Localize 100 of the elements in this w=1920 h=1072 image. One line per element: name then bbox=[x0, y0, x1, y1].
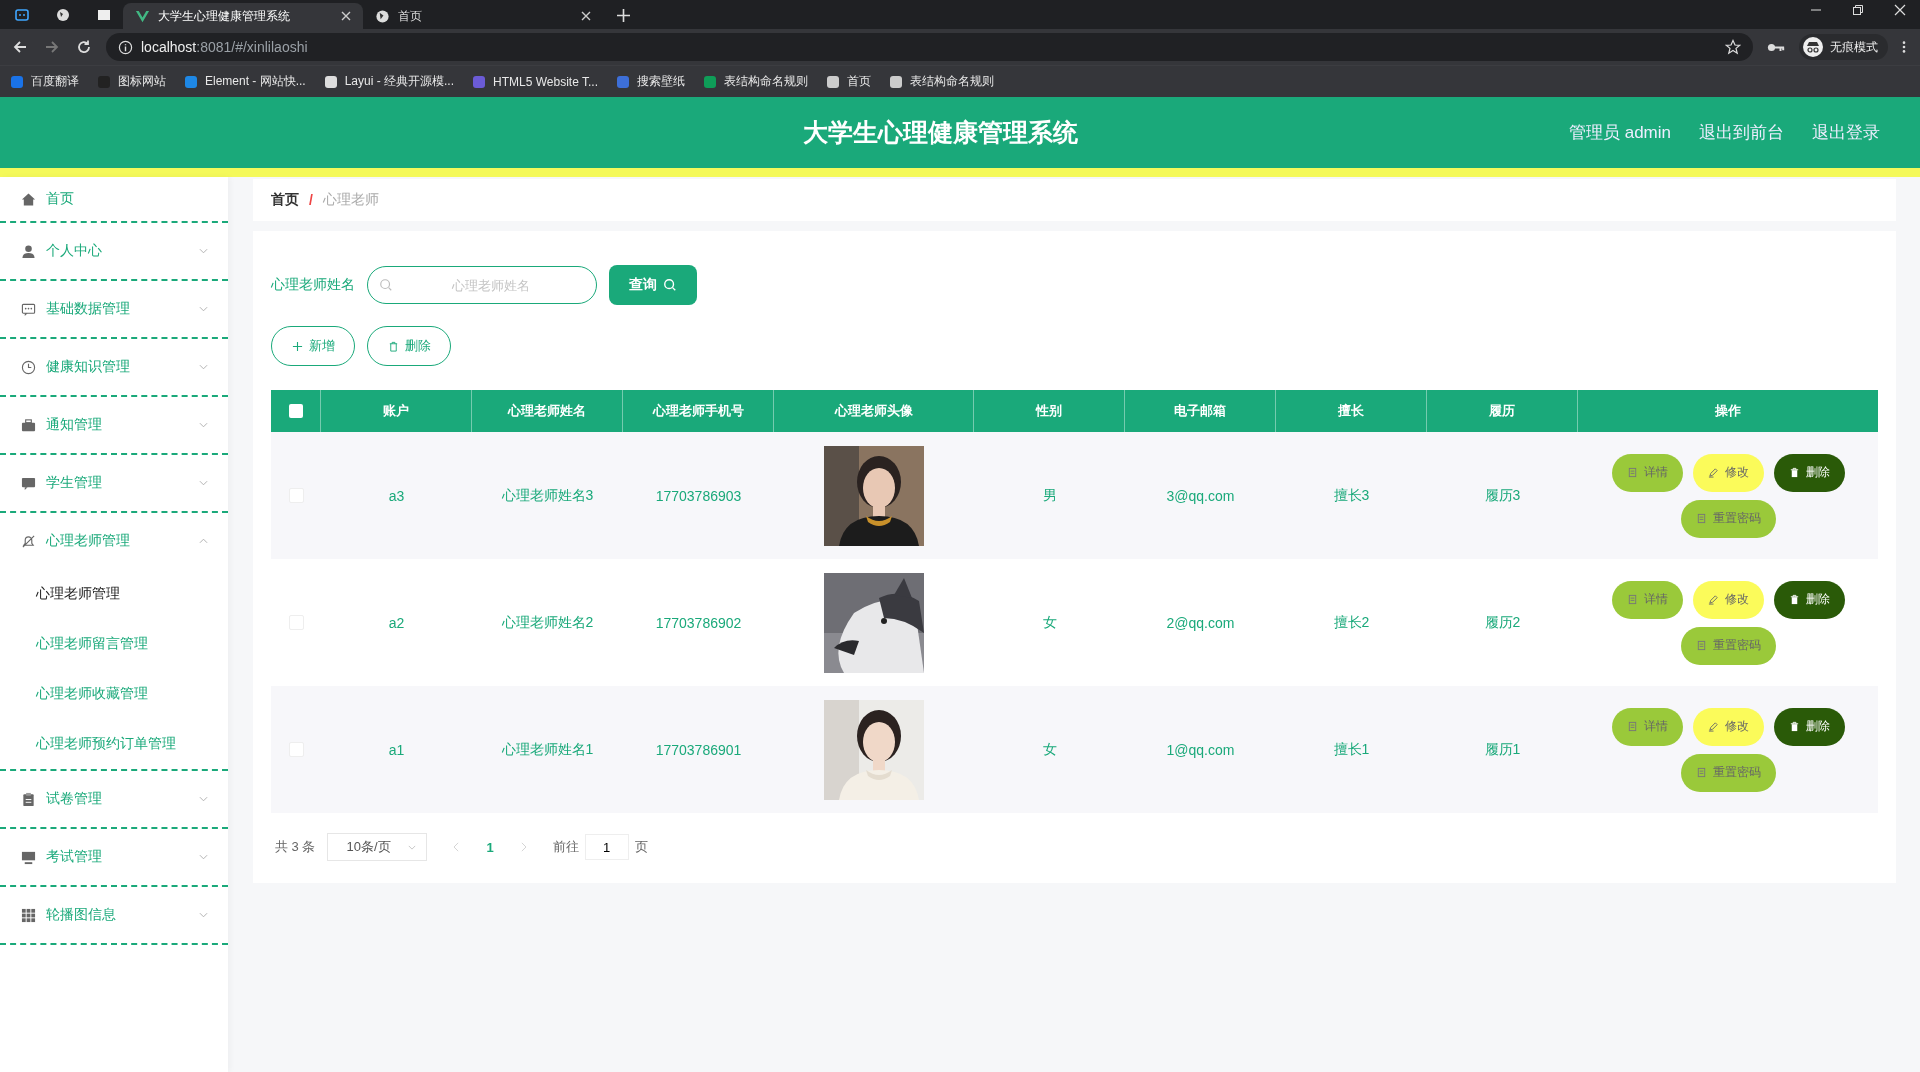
sidebar-item[interactable]: 个人中心 bbox=[0, 223, 228, 279]
bookmark-icon bbox=[97, 74, 111, 89]
reset-password-button[interactable]: 重置密码 bbox=[1680, 753, 1776, 792]
table-cell: 3@qq.com bbox=[1166, 487, 1235, 504]
bookmark-icon bbox=[889, 74, 903, 89]
sidebar-item[interactable]: 通知管理 bbox=[0, 397, 228, 453]
forward-icon[interactable] bbox=[44, 39, 60, 55]
detail-button[interactable]: 详情 bbox=[1611, 580, 1683, 619]
bookmark[interactable]: 百度翻译 bbox=[10, 73, 79, 90]
sidebar-item[interactable]: 轮播图信息 bbox=[0, 887, 228, 943]
back-icon[interactable] bbox=[12, 39, 28, 55]
submenu-item[interactable]: 心理老师留言管理 bbox=[0, 619, 228, 669]
reset-password-button[interactable]: 重置密码 bbox=[1680, 499, 1776, 538]
incognito-button[interactable]: 无痕模式 bbox=[1799, 34, 1888, 60]
delete-button[interactable]: 删除 bbox=[1773, 453, 1845, 492]
table-cell: 17703786902 bbox=[655, 614, 742, 631]
bookmark-icon bbox=[184, 74, 198, 89]
sidebar-item[interactable]: 心理老师管理 bbox=[0, 513, 228, 569]
trash-icon bbox=[1788, 594, 1800, 605]
header-link[interactable]: 退出登录 bbox=[1812, 121, 1880, 144]
restore-icon[interactable] bbox=[1852, 3, 1864, 16]
sidebar-item[interactable]: 健康知识管理 bbox=[0, 339, 228, 395]
sidebar-item[interactable]: 基础数据管理 bbox=[0, 281, 228, 337]
menu-item-icon bbox=[21, 533, 36, 549]
sidebar-item[interactable]: 试卷管理 bbox=[0, 771, 228, 827]
pencil-icon bbox=[1707, 721, 1719, 732]
menu-item-icon bbox=[21, 243, 36, 259]
table-cell: 心理老师姓名3 bbox=[501, 486, 594, 505]
bookmark-icon bbox=[472, 74, 487, 89]
page-number[interactable]: 1 bbox=[486, 839, 494, 855]
address-field[interactable]: localhost:8081/#/xinlilaoshi bbox=[106, 33, 1753, 61]
delete-button[interactable]: 删除 bbox=[1773, 707, 1845, 746]
bookmark[interactable]: Element - 网站快... bbox=[184, 73, 306, 90]
detail-button[interactable]: 详情 bbox=[1611, 453, 1683, 492]
bookmark[interactable]: 搜索壁纸 bbox=[616, 73, 685, 90]
sidebar-item[interactable]: 首页 bbox=[0, 177, 228, 221]
reset-password-button[interactable]: 重置密码 bbox=[1680, 626, 1776, 665]
table-cell: 心理老师姓名2 bbox=[501, 613, 594, 632]
table-cell: 履历3 bbox=[1484, 486, 1521, 505]
search-button[interactable]: 查询 bbox=[609, 265, 697, 305]
header-link[interactable]: 退出到前台 bbox=[1699, 121, 1784, 144]
table-cell: a3 bbox=[388, 487, 405, 504]
bookmark[interactable]: 表结构命名规则 bbox=[703, 73, 808, 90]
table-cell: 17703786901 bbox=[655, 741, 742, 758]
table-cell: a1 bbox=[388, 741, 405, 758]
breadcrumb-item[interactable]: 首页 bbox=[271, 191, 299, 209]
key-icon[interactable] bbox=[1767, 41, 1785, 53]
browser-tab[interactable]: 大学生心理健康管理系统 bbox=[123, 3, 363, 29]
search-label: 心理老师姓名 bbox=[271, 276, 355, 294]
menu-item-icon bbox=[21, 301, 36, 317]
page-unit: 页 bbox=[634, 838, 648, 856]
reload-icon[interactable] bbox=[76, 39, 92, 55]
bookmark-icon bbox=[616, 74, 630, 89]
add-button[interactable]: 新增 bbox=[271, 326, 355, 366]
close-icon[interactable] bbox=[341, 11, 351, 21]
app-icon[interactable] bbox=[14, 7, 30, 23]
edit-button[interactable]: 修改 bbox=[1692, 580, 1764, 619]
edit-button[interactable]: 修改 bbox=[1692, 707, 1764, 746]
table-cell: 2@qq.com bbox=[1166, 614, 1235, 631]
trash-icon bbox=[1788, 721, 1800, 732]
search-icon bbox=[379, 278, 393, 292]
page-input[interactable]: 1 bbox=[584, 834, 629, 860]
table-cell: 擅长2 bbox=[1333, 613, 1370, 632]
close-icon[interactable] bbox=[1894, 3, 1906, 16]
table-cell: 女 bbox=[1042, 613, 1057, 632]
menu-item-icon bbox=[21, 791, 36, 807]
tab-title: 首页 bbox=[398, 7, 423, 25]
bookmark[interactable]: 首页 bbox=[826, 73, 871, 90]
incognito-icon bbox=[1803, 37, 1823, 57]
page-size-select[interactable]: 10条/页 bbox=[327, 833, 428, 861]
delete-button[interactable]: 删除 bbox=[367, 326, 451, 366]
submenu-item[interactable]: 心理老师收藏管理 bbox=[0, 669, 228, 719]
bookmark[interactable]: HTML5 Website T... bbox=[472, 74, 598, 89]
submenu-item[interactable]: 心理老师管理 bbox=[0, 569, 228, 619]
bookmark-icon bbox=[323, 74, 338, 89]
document-icon bbox=[1626, 467, 1638, 478]
window-icon[interactable] bbox=[96, 7, 112, 23]
table-cell: 擅长3 bbox=[1333, 486, 1370, 505]
browser-tab[interactable]: 首页 bbox=[363, 3, 603, 29]
plus-icon[interactable] bbox=[617, 9, 630, 22]
chevron-icon bbox=[408, 844, 417, 850]
menu-item-icon bbox=[21, 475, 36, 491]
sidebar-item[interactable]: 考试管理 bbox=[0, 829, 228, 885]
bookmark[interactable]: 表结构命名规则 bbox=[889, 73, 994, 90]
detail-button[interactable]: 详情 bbox=[1611, 707, 1683, 746]
pencil-icon bbox=[1707, 467, 1719, 478]
sidebar-item[interactable]: 学生管理 bbox=[0, 455, 228, 511]
delete-button[interactable]: 删除 bbox=[1773, 580, 1845, 619]
document-icon bbox=[1695, 513, 1707, 524]
submenu-item[interactable]: 心理老师预约订单管理 bbox=[0, 719, 228, 769]
bookmark[interactable]: 图标网站 bbox=[97, 73, 166, 90]
header-link[interactable]: 管理员 admin bbox=[1568, 121, 1671, 144]
menu-item-icon bbox=[21, 907, 36, 923]
edit-button[interactable]: 修改 bbox=[1692, 453, 1764, 492]
more-icon[interactable] bbox=[1902, 40, 1906, 54]
star-icon[interactable] bbox=[1725, 39, 1741, 55]
search-icon bbox=[663, 278, 677, 292]
close-icon[interactable] bbox=[581, 11, 591, 21]
select-all-checkbox[interactable] bbox=[288, 404, 303, 418]
bookmark[interactable]: Layui - 经典开源模... bbox=[323, 73, 455, 90]
